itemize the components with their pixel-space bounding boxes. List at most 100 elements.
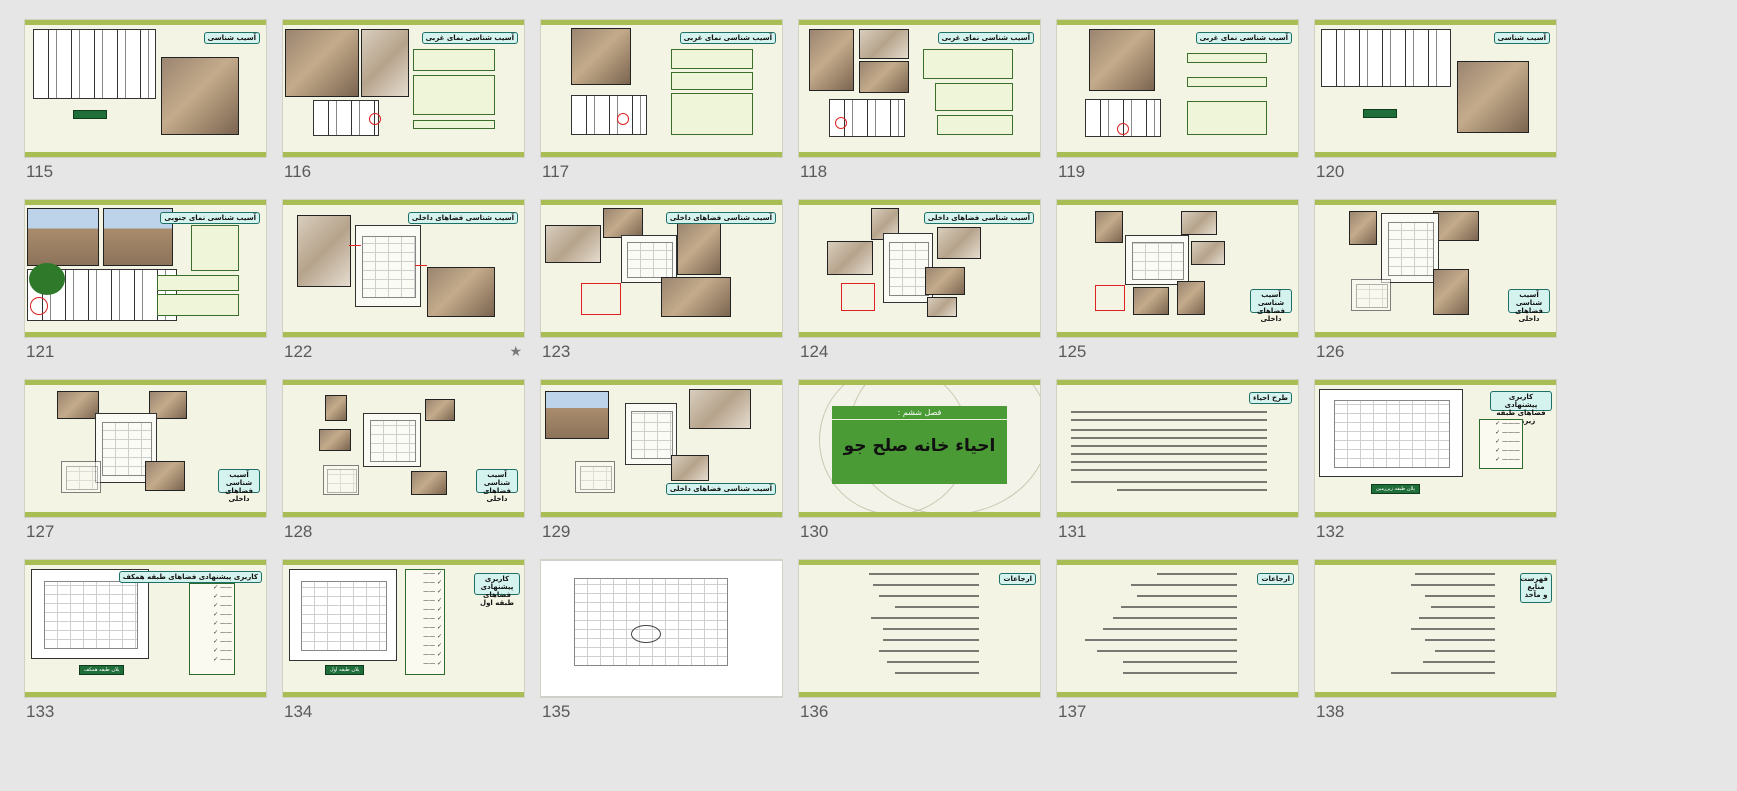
slide-132[interactable]: کاربری پیشنهادی فضاهای طبقه زیرزمین ✓ ——… bbox=[1315, 380, 1556, 555]
slide-thumbnail[interactable]: ارجاعات bbox=[799, 560, 1040, 697]
text-line bbox=[1071, 419, 1267, 421]
slide-thumbnail[interactable]: آسیب شناسی فضاهای داخلی bbox=[541, 380, 782, 517]
building-photo bbox=[285, 29, 359, 97]
key-plan bbox=[575, 461, 615, 493]
slide-126[interactable]: آسیب شناسی فضاهای داخلی 126 bbox=[1315, 200, 1556, 375]
slide-number: 115 bbox=[26, 162, 54, 181]
slide-thumbnail[interactable]: آسیب شناسی bbox=[1315, 20, 1556, 157]
interior-photo bbox=[689, 389, 751, 429]
slide-128[interactable]: آسیب شناسی فضاهای داخلی 128 bbox=[283, 380, 524, 555]
interior-photo bbox=[661, 277, 731, 317]
slide-thumbnail[interactable]: آسیب شناسی فضاهای داخلی bbox=[283, 200, 524, 337]
slide-125[interactable]: آسیب شناسی فضاهای داخلی 125 bbox=[1057, 200, 1298, 375]
slide-115[interactable]: آسیب شناسی 115 bbox=[25, 20, 266, 195]
elevation-drawing bbox=[571, 95, 647, 135]
slide-thumbnail[interactable]: آسیب شناسی نمای غربی bbox=[541, 20, 782, 157]
interior-photo bbox=[1095, 211, 1123, 243]
slide-title-badge: آسیب شناسی فضاهای داخلی bbox=[1250, 289, 1292, 323]
text-box bbox=[191, 225, 239, 271]
slide-title-badge: کاربری پیشنهادی فضاهای طبقه زیرزمین bbox=[1490, 391, 1552, 425]
slide-thumbnail[interactable]: —— ✓ —— ✓ —— ✓ —— ✓ —— ✓ —— ✓ —— ✓ —— ✓ —— ✓ —— ✓… bbox=[283, 560, 524, 697]
text-box bbox=[937, 115, 1013, 135]
slide-116[interactable]: آسیب شناسی نمای غربی 116 bbox=[283, 20, 524, 195]
slide-number: 123 bbox=[542, 342, 571, 361]
slide-thumbnail[interactable]: آسیب شناسی نمای غربی bbox=[283, 20, 524, 157]
slide-title-badge: ارجاعات bbox=[1257, 573, 1294, 585]
interior-photo bbox=[411, 471, 447, 495]
slide-thumbnail[interactable]: آسیب شناسی فضاهای داخلی bbox=[799, 200, 1040, 337]
slide-number: 128 bbox=[284, 522, 313, 541]
interior-photo bbox=[1433, 211, 1479, 241]
slide-thumbnail[interactable]: آسیب شناسی نمای جنوبی bbox=[25, 200, 266, 337]
slide-138[interactable]: فهرست منابع و مآخذ 138 bbox=[1315, 560, 1556, 735]
reference-line bbox=[1415, 573, 1495, 575]
slide-number: 124 bbox=[800, 342, 829, 361]
slide-title-badge: آسیب شناسی فضاهای داخلی bbox=[407, 212, 518, 224]
text-line bbox=[1071, 437, 1267, 439]
building-photo bbox=[1457, 61, 1529, 133]
slide-thumbnail[interactable]: کاربری پیشنهادی فضاهای طبقه زیرزمین ✓ ——… bbox=[1315, 380, 1556, 517]
slide-thumbnail[interactable]: آسیب شناسی فضاهای داخلی bbox=[25, 380, 266, 517]
elevation-drawing bbox=[1321, 29, 1451, 87]
text-line bbox=[1071, 429, 1267, 431]
slide-thumbnail[interactable]: طرح احیاء bbox=[1057, 380, 1298, 517]
highlight-circle bbox=[835, 117, 847, 129]
slide-thumbnail[interactable]: کاربری پیشنهادی فضاهای طبقه همکف ✓ —— ✓ —… bbox=[25, 560, 266, 697]
slide-thumbnail[interactable]: آسیب شناسی فضاهای داخلی bbox=[541, 200, 782, 337]
reference-line bbox=[871, 617, 979, 619]
reference-line bbox=[1123, 661, 1237, 663]
text-line bbox=[1071, 469, 1267, 471]
slide-137[interactable]: ارجاعات 137 bbox=[1057, 560, 1298, 735]
interior-photo bbox=[145, 461, 185, 491]
reference-line bbox=[873, 584, 979, 586]
text-line bbox=[1071, 481, 1267, 483]
slide-133[interactable]: کاربری پیشنهادی فضاهای طبقه همکف ✓ —— ✓ —… bbox=[25, 560, 266, 735]
floor-plan bbox=[555, 565, 745, 677]
slide-124[interactable]: آسیب شناسی فضاهای داخلی 124 bbox=[799, 200, 1040, 375]
slide-number: 121 bbox=[26, 342, 55, 361]
slide-136[interactable]: ارجاعات 136 bbox=[799, 560, 1040, 735]
title-band: فصل ششم : احیاء خانه صلح جو bbox=[832, 406, 1007, 484]
text-line bbox=[1071, 453, 1267, 455]
slide-thumbnail[interactable]: فصل ششم : احیاء خانه صلح جو bbox=[799, 380, 1040, 517]
slide-thumbnail[interactable]: آسیب شناسی فضاهای داخلی bbox=[1057, 200, 1298, 337]
slide-thumbnail[interactable]: آسیب شناسی bbox=[25, 20, 266, 157]
reference-line bbox=[1425, 639, 1495, 641]
slide-title-badge: آسیب شناسی فضاهای داخلی bbox=[923, 212, 1034, 224]
slide-title-badge: فهرست منابع و مآخذ bbox=[1520, 573, 1552, 603]
reference-line bbox=[1419, 617, 1495, 619]
reference-line bbox=[1123, 672, 1237, 674]
slide-thumbnail[interactable]: آسیب شناسی فضاهای داخلی bbox=[1315, 200, 1556, 337]
slide-thumbnail[interactable] bbox=[541, 560, 782, 697]
text-box bbox=[413, 75, 495, 115]
slide-118[interactable]: آسیب شناسی نمای غربی 118 bbox=[799, 20, 1040, 195]
reference-line bbox=[1411, 584, 1495, 586]
interior-photo bbox=[671, 455, 709, 481]
slide-thumbnail[interactable]: ارجاعات bbox=[1057, 560, 1298, 697]
interior-photo bbox=[545, 225, 601, 263]
slide-thumbnail[interactable]: فهرست منابع و مآخذ bbox=[1315, 560, 1556, 697]
slide-127[interactable]: آسیب شناسی فضاهای داخلی 127 bbox=[25, 380, 266, 555]
interior-photo bbox=[927, 297, 957, 317]
slide-129[interactable]: آسیب شناسی فضاهای داخلی 129 bbox=[541, 380, 782, 555]
reference-line bbox=[869, 573, 979, 575]
slide-sorter: آسیب شناسی 115 آسیب شناسی نمای غربی 116 … bbox=[0, 0, 1737, 791]
slide-122[interactable]: آسیب شناسی فضاهای داخلی 122 ★ bbox=[283, 200, 524, 375]
slide-thumbnail[interactable]: آسیب شناسی نمای غربی bbox=[799, 20, 1040, 157]
slide-123[interactable]: آسیب شناسی فضاهای داخلی 123 bbox=[541, 200, 782, 375]
slide-135[interactable]: 135 bbox=[541, 560, 782, 735]
reference-line bbox=[1411, 628, 1495, 630]
slide-thumbnail[interactable]: آسیب شناسی فضاهای داخلی bbox=[283, 380, 524, 517]
slide-134[interactable]: —— ✓ —— ✓ —— ✓ —— ✓ —— ✓ —— ✓ —— ✓ —— ✓ —— ✓ —— ✓… bbox=[283, 560, 524, 735]
slide-117[interactable]: آسیب شناسی نمای غربی 117 bbox=[541, 20, 782, 195]
slide-121[interactable]: آسیب شناسی نمای جنوبی 121 bbox=[25, 200, 266, 375]
star-icon: ★ bbox=[509, 344, 522, 360]
slide-131[interactable]: طرح احیاء 131 bbox=[1057, 380, 1298, 555]
interior-photo bbox=[319, 429, 351, 451]
slide-120[interactable]: آسیب شناسی 120 bbox=[1315, 20, 1556, 195]
slide-130[interactable]: فصل ششم : احیاء خانه صلح جو 130 bbox=[799, 380, 1040, 555]
floor-plan bbox=[1319, 389, 1463, 477]
building-photo bbox=[361, 29, 409, 97]
slide-thumbnail[interactable]: آسیب شناسی نمای غربی bbox=[1057, 20, 1298, 157]
slide-119[interactable]: آسیب شناسی نمای غربی 119 bbox=[1057, 20, 1298, 195]
